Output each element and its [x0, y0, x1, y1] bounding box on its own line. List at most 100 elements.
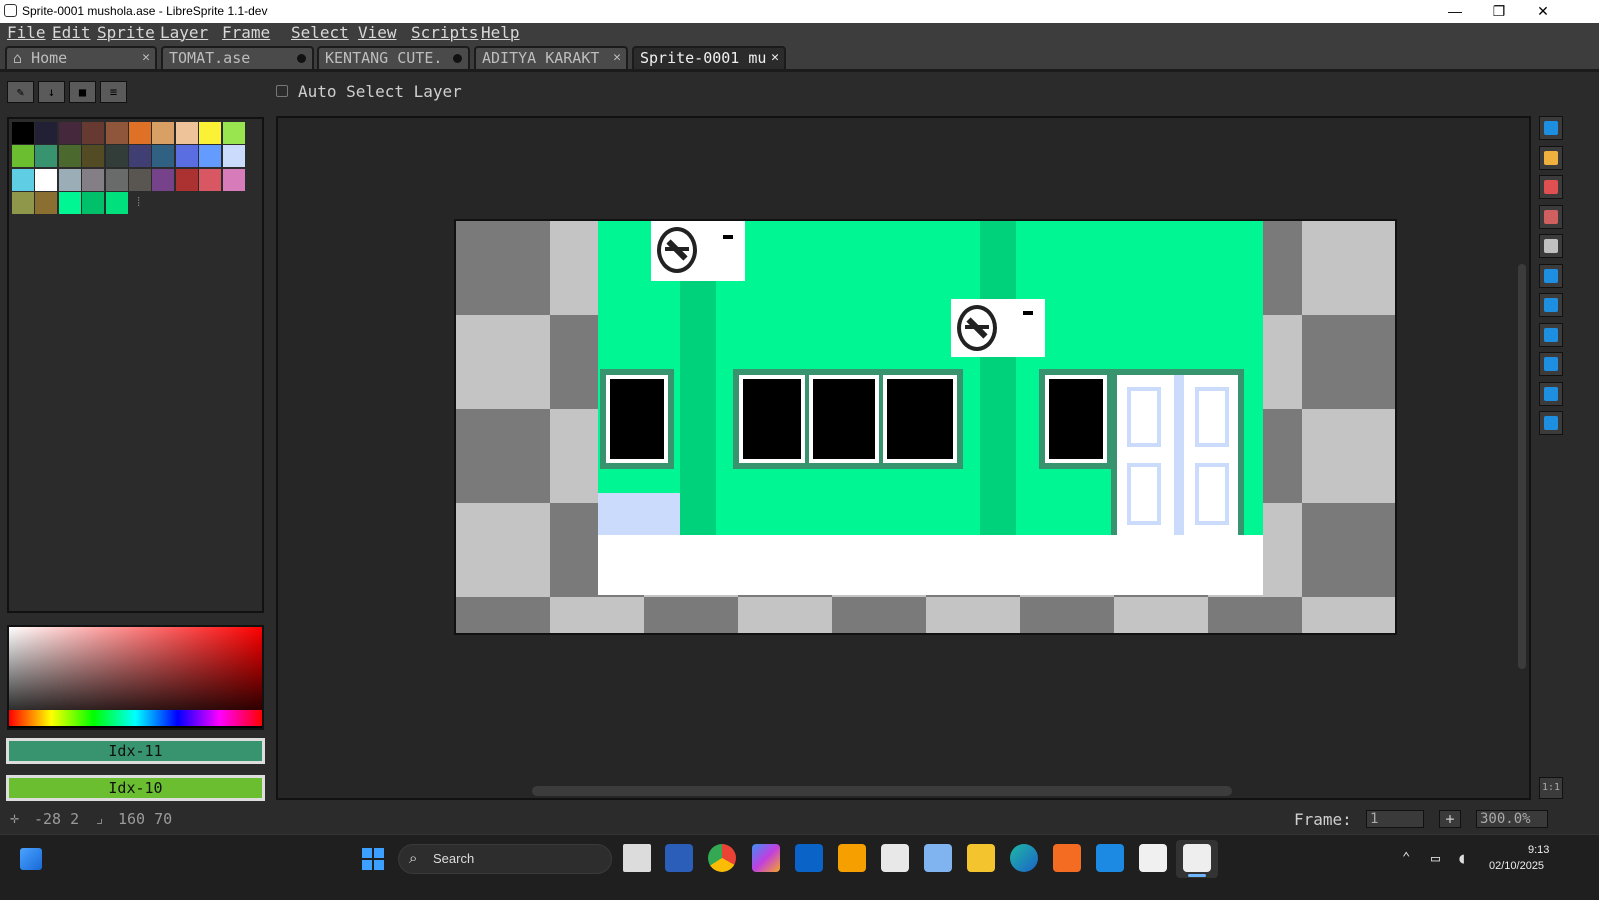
add-frame-button[interactable]: + [1439, 810, 1461, 828]
palette-swatch[interactable] [175, 145, 198, 168]
palette-swatch[interactable] [82, 168, 105, 191]
tab-home[interactable]: ⌂ Home ✕ [5, 46, 157, 69]
palette-swatch[interactable] [12, 192, 34, 215]
menu-select[interactable]: Select [291, 23, 349, 43]
palette-swatch[interactable] [35, 122, 58, 144]
palette-swatch[interactable] [105, 168, 128, 191]
zoom-icon[interactable] [1539, 234, 1563, 258]
palette-swatch[interactable] [82, 145, 105, 168]
palette-swatch[interactable] [222, 168, 245, 191]
tab-close-icon[interactable]: ✕ [771, 48, 779, 68]
palette-swatch[interactable] [35, 168, 58, 191]
clock-time[interactable]: 9:13 [1528, 844, 1549, 856]
menu-sprite[interactable]: Sprite [97, 23, 155, 43]
foreground-color-button[interactable]: Idx-11 [6, 738, 265, 764]
menu-view[interactable]: View [358, 23, 397, 43]
rectangle-icon[interactable] [1539, 352, 1563, 376]
tab-sprite-0001[interactable]: Sprite-0001 mu ✕ [632, 46, 786, 69]
chevron-up-icon[interactable]: ⌃ [1402, 850, 1410, 866]
palette-swatch[interactable] [82, 192, 105, 215]
close-button[interactable]: ✕ [1521, 0, 1565, 23]
palette-swatch[interactable] [129, 145, 151, 168]
network-icon[interactable]: ▭ [1431, 849, 1440, 867]
xampp-icon[interactable] [1053, 844, 1081, 872]
chrome-icon[interactable] [708, 844, 736, 872]
palette-swatch[interactable] [82, 122, 105, 144]
task-view-icon[interactable] [623, 844, 651, 872]
palette-swatch[interactable] [152, 168, 175, 191]
frame-input[interactable]: 1 [1366, 810, 1424, 828]
modified-dot-icon[interactable] [297, 54, 306, 63]
palette-swatch[interactable] [105, 145, 128, 168]
download-icon[interactable]: ↓ [38, 81, 65, 103]
tab-aditya[interactable]: ADITYA KARAKT ✕ [474, 46, 628, 69]
taskbar-search[interactable]: ⌕ Search [398, 844, 612, 874]
move-icon[interactable] [1539, 263, 1563, 288]
palette-swatch[interactable] [175, 122, 198, 144]
menu-scripts[interactable]: Scripts [411, 23, 478, 43]
palette-swatch[interactable] [58, 192, 81, 215]
modified-dot-icon[interactable] [453, 54, 462, 63]
menu-help[interactable]: Help [481, 23, 520, 43]
clock-date[interactable]: 02/10/2025 [1489, 860, 1544, 872]
vertical-scrollbar[interactable] [1518, 264, 1526, 669]
palette-swatch[interactable] [199, 122, 222, 144]
store-icon[interactable] [881, 844, 909, 872]
palette-swatch[interactable] [222, 145, 245, 168]
eraser-icon[interactable] [1539, 175, 1563, 199]
tab-close-icon[interactable]: ✕ [613, 48, 621, 68]
menu-frame[interactable]: Frame [222, 23, 270, 43]
zoom-1to1-button[interactable]: 1:1 [1539, 777, 1563, 799]
palette-swatch[interactable] [199, 168, 222, 191]
paint-bucket-icon[interactable] [1539, 293, 1563, 317]
virtualbox-icon[interactable] [924, 844, 952, 872]
auto-select-layer-checkbox[interactable] [276, 85, 288, 97]
menu-layer[interactable]: Layer [160, 23, 208, 43]
palette-swatch[interactable] [12, 122, 34, 144]
palette-swatch[interactable] [12, 168, 34, 191]
minimize-button[interactable]: — [1433, 0, 1477, 23]
line-icon[interactable] [1539, 322, 1563, 347]
blur-icon[interactable] [1539, 411, 1563, 435]
palette-swatch[interactable] [35, 145, 58, 168]
zoom-input[interactable]: 300.0% [1476, 810, 1548, 828]
tab-tomat[interactable]: TOMAT.ase [161, 46, 314, 69]
palette-swatch[interactable] [222, 122, 245, 144]
hue-slider[interactable] [9, 710, 262, 726]
menu-icon[interactable]: ≡ [100, 81, 127, 103]
palette-resize-handle[interactable]: ⁞ [135, 195, 142, 210]
edit-palette-icon[interactable]: ✎ [7, 81, 34, 103]
tab-kentang[interactable]: KENTANG CUTE. [317, 46, 470, 69]
palette-swatch[interactable] [58, 145, 81, 168]
palette-swatch[interactable] [105, 192, 128, 215]
palette-swatch[interactable] [35, 192, 58, 215]
palette-swatch[interactable] [152, 145, 175, 168]
copilot-icon[interactable] [752, 844, 780, 872]
palette-swatch[interactable] [12, 145, 34, 168]
tab-close-icon[interactable]: ✕ [142, 48, 150, 68]
outlook-icon[interactable] [795, 844, 823, 872]
volume-icon[interactable]: ◖ [1457, 849, 1466, 867]
word-icon[interactable] [665, 844, 693, 872]
snipping-tool-icon[interactable] [1139, 844, 1167, 872]
palette-swatch[interactable] [199, 145, 222, 168]
background-color-button[interactable]: Idx-10 [6, 775, 265, 801]
contour-icon[interactable] [1539, 381, 1563, 406]
eyedropper-icon[interactable] [1539, 204, 1563, 229]
horizontal-scrollbar[interactable] [532, 786, 1232, 796]
file-explorer-icon[interactable] [967, 844, 995, 872]
edge-icon[interactable] [1010, 844, 1038, 872]
menu-file[interactable]: File [7, 23, 46, 43]
libresprite-icon[interactable] [1183, 844, 1211, 872]
palette-swatch[interactable] [152, 122, 175, 144]
maximize-button[interactable]: ❐ [1477, 0, 1521, 23]
palette-swatch[interactable] [129, 122, 151, 144]
palette-swatch[interactable] [58, 168, 81, 191]
vscode-icon[interactable] [1096, 844, 1124, 872]
marquee-icon[interactable] [1539, 116, 1563, 140]
menu-edit[interactable]: Edit [52, 23, 91, 43]
start-windows-icon[interactable] [362, 848, 384, 870]
square-icon[interactable]: ■ [69, 81, 96, 103]
palette-swatch[interactable] [58, 122, 81, 144]
pencil-icon[interactable] [1539, 145, 1563, 170]
